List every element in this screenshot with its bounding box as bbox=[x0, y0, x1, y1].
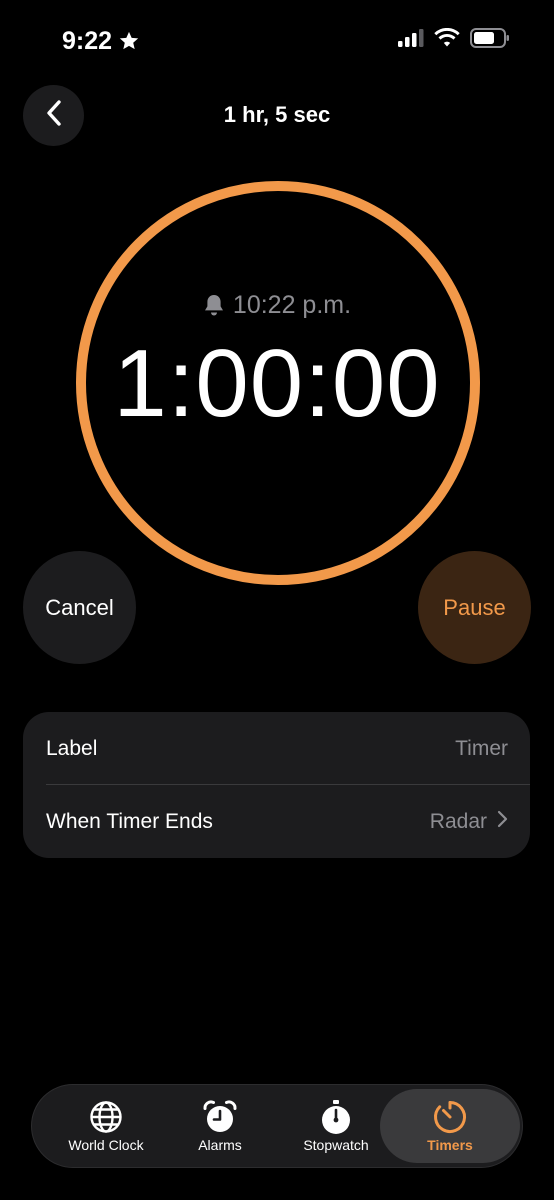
tab-timers[interactable]: Timers bbox=[380, 1089, 520, 1163]
sound-name: Radar bbox=[429, 809, 487, 833]
tab-bar: World Clock Alarms Stopwatch Timers bbox=[31, 1084, 523, 1168]
countdown-display: 1:00:00 bbox=[113, 330, 441, 437]
cellular-signal-icon bbox=[398, 29, 424, 52]
tab-label: Stopwatch bbox=[303, 1137, 369, 1153]
pause-button[interactable]: Pause bbox=[418, 551, 531, 664]
tab-label: Timers bbox=[427, 1137, 473, 1153]
cancel-button-label: Cancel bbox=[45, 594, 114, 620]
cancel-button[interactable]: Cancel bbox=[23, 551, 136, 664]
tab-label: Alarms bbox=[198, 1137, 242, 1153]
status-bar-time: 9:22 bbox=[62, 24, 140, 58]
bell-icon bbox=[203, 293, 225, 317]
stopwatch-icon bbox=[319, 1099, 353, 1135]
timer-settings-card: Label Timer When Timer Ends Radar bbox=[23, 712, 530, 858]
globe-icon bbox=[89, 1099, 123, 1135]
end-time-text: 10:22 p.m. bbox=[232, 291, 352, 319]
when-timer-ends-row[interactable]: When Timer Ends Radar bbox=[23, 785, 530, 858]
tab-label: World Clock bbox=[68, 1137, 144, 1153]
page-title: 1 hr, 5 sec bbox=[223, 102, 331, 127]
wifi-icon bbox=[434, 27, 460, 53]
tab-world-clock[interactable]: World Clock bbox=[54, 1085, 158, 1167]
tab-alarms[interactable]: Alarms bbox=[172, 1085, 268, 1167]
label-row[interactable]: Label Timer bbox=[23, 712, 530, 785]
tab-stopwatch[interactable]: Stopwatch bbox=[284, 1085, 388, 1167]
star-icon bbox=[118, 30, 140, 52]
when-timer-ends-title: When Timer Ends bbox=[46, 809, 213, 833]
status-time-text: 9:22 bbox=[62, 27, 113, 55]
timer-icon bbox=[432, 1099, 468, 1135]
timer-end-time: 10:22 p.m. bbox=[0, 288, 554, 322]
label-row-title: Label bbox=[46, 736, 98, 760]
pause-button-label: Pause bbox=[443, 594, 506, 620]
when-timer-ends-value: Radar bbox=[430, 810, 508, 834]
chevron-right-icon bbox=[497, 810, 508, 834]
label-input[interactable]: Timer bbox=[455, 737, 508, 761]
status-bar-icons bbox=[398, 27, 510, 53]
battery-icon bbox=[470, 28, 510, 53]
alarm-clock-icon bbox=[202, 1099, 238, 1135]
